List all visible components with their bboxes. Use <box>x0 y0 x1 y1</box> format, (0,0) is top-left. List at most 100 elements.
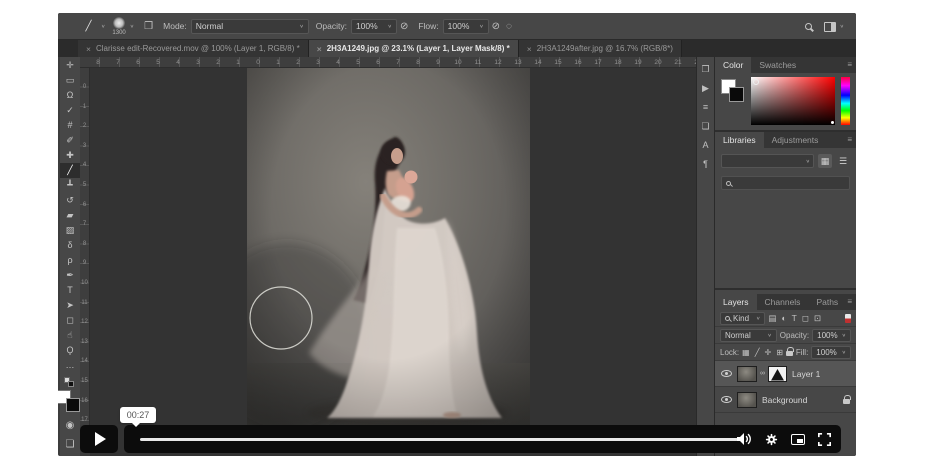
brush-preset-picker[interactable]: 1300 ∨ <box>112 17 134 36</box>
lock-paint-icon[interactable]: ╱ <box>755 348 760 357</box>
lasso-tool[interactable]: Ω <box>60 88 80 103</box>
clone-source-panel-icon[interactable]: ❏ <box>701 122 709 131</box>
filter-shape-layers-icon[interactable]: ◻ <box>802 313 809 324</box>
path-selection-tool[interactable]: ➤ <box>60 298 80 313</box>
tab-swatches[interactable]: Swatches <box>751 57 804 73</box>
video-control-bar <box>124 425 841 453</box>
shape-tool[interactable]: ◻ <box>60 313 80 328</box>
eyedropper-tool[interactable]: ✐ <box>60 133 80 148</box>
document-tab-2-active[interactable]: × 2H3A1249.jpg @ 23.1% (Layer 1, Layer M… <box>309 40 519 57</box>
saturation-brightness-field[interactable] <box>751 77 835 125</box>
library-search-input[interactable] <box>721 176 850 190</box>
settings-gear-icon[interactable] <box>765 433 778 446</box>
grid-view-icon[interactable]: ▦ <box>818 154 832 168</box>
workspace-switcher[interactable]: ∨ <box>824 22 844 32</box>
tab-adjustments[interactable]: Adjustments <box>764 132 827 148</box>
volume-icon[interactable] <box>737 433 752 445</box>
document-tab-1[interactable]: × Clarisse edit-Recovered.mov @ 100% (La… <box>78 40 309 57</box>
move-tool[interactable]: ✛ <box>60 58 80 73</box>
layer-thumbnail[interactable] <box>737 366 757 382</box>
picture-in-picture-icon[interactable] <box>791 434 805 445</box>
filter-type-layers-icon[interactable]: T <box>792 313 797 323</box>
layer-name[interactable]: Layer 1 <box>792 369 820 379</box>
layer-mask-thumbnail[interactable] <box>768 366 787 382</box>
brush-tool[interactable]: ╱ <box>60 163 80 178</box>
search-icon[interactable] <box>805 23 812 30</box>
quick-mask-mode-icon[interactable]: ◉ <box>60 418 80 433</box>
hue-slider[interactable] <box>841 77 850 125</box>
screen-mode-icon[interactable]: ❏ <box>60 437 80 452</box>
color-picker-marker[interactable] <box>753 79 759 85</box>
character-panel-icon[interactable]: A <box>702 141 708 150</box>
filter-smart-objects-icon[interactable]: ⊡ <box>814 313 821 324</box>
foreground-background-swatches[interactable] <box>59 390 81 414</box>
layer-visibility-icon[interactable] <box>721 396 732 403</box>
library-select[interactable]: ∨ <box>721 154 814 168</box>
opacity-pressure-icon[interactable]: ⊘ <box>400 21 408 32</box>
layer-row-background[interactable]: Background <box>715 387 856 413</box>
properties-panel-icon[interactable]: ≡ <box>703 103 708 112</box>
opacity-select[interactable]: 100% ∨ <box>351 19 397 34</box>
layer-row-layer-1[interactable]: ∞ Layer 1 <box>715 361 856 387</box>
play-button[interactable] <box>80 425 118 453</box>
marquee-tool[interactable]: ▭ <box>60 73 80 88</box>
timeline-scrubber[interactable] <box>140 438 738 441</box>
lock-position-icon[interactable]: ✛ <box>765 348 772 357</box>
zoom-tool[interactable]: Ϙ <box>60 343 80 358</box>
close-icon[interactable]: × <box>527 44 532 54</box>
tab-libraries[interactable]: Libraries <box>715 132 764 148</box>
dodge-tool[interactable]: ρ <box>60 253 80 268</box>
default-colors-icon[interactable] <box>64 377 76 387</box>
tab-channels[interactable]: Channels <box>757 294 809 310</box>
smoothing-icon[interactable]: ◌ <box>506 21 512 32</box>
layer-filter-switch[interactable] <box>845 314 851 323</box>
airbrush-icon[interactable]: ⊘ <box>492 21 500 32</box>
quick-selection-tool[interactable]: ✓ <box>60 103 80 118</box>
background-color-swatch[interactable] <box>729 87 744 102</box>
close-icon[interactable]: × <box>86 44 91 54</box>
actions-panel-icon[interactable]: ▶ <box>702 84 709 93</box>
history-brush-tool[interactable]: ↺ <box>60 193 80 208</box>
tab-paths[interactable]: Paths <box>808 294 846 310</box>
history-panel-icon[interactable]: ❐ <box>701 65 709 74</box>
canvas-image[interactable] <box>247 68 530 426</box>
panel-menu-icon[interactable]: ≡ <box>847 60 852 69</box>
hand-tool[interactable]: ☝ <box>60 328 80 343</box>
close-icon[interactable]: × <box>317 44 322 54</box>
layer-filter-kind-select[interactable]: Kind ∨ <box>720 312 765 325</box>
list-view-icon[interactable]: ☰ <box>836 154 850 168</box>
blur-tool[interactable]: δ <box>60 238 80 253</box>
brush-tool-preset[interactable]: ╱ ∨ <box>80 18 105 35</box>
layer-fill-select[interactable]: 100% ∨ <box>811 346 851 359</box>
tab-layers[interactable]: Layers <box>715 294 757 310</box>
layer-thumbnail[interactable] <box>737 392 757 408</box>
crop-tool[interactable]: # <box>60 118 80 133</box>
healing-brush-tool[interactable]: ✚ <box>60 148 80 163</box>
toggle-brush-panel-icon[interactable]: ❒ <box>144 21 153 32</box>
eraser-tool[interactable]: ▰ <box>60 208 80 223</box>
layer-name[interactable]: Background <box>762 395 807 405</box>
document-tab-3[interactable]: × 2H3A1249after.jpg @ 16.7% (RGB/8*) <box>519 40 682 57</box>
lock-artboard-icon[interactable]: ⊞ <box>776 348 783 357</box>
panel-menu-icon[interactable]: ≡ <box>847 135 852 144</box>
blend-mode-select[interactable]: Normal ∨ <box>191 19 309 34</box>
layer-visibility-icon[interactable] <box>721 370 732 377</box>
fullscreen-icon[interactable] <box>818 433 831 446</box>
gradient-tool[interactable]: ▨ <box>60 223 80 238</box>
flow-select[interactable]: 100% ∨ <box>443 19 489 34</box>
layer-blend-mode-select[interactable]: Normal ∨ <box>720 329 777 342</box>
more-tools[interactable]: … <box>60 358 80 373</box>
pen-tool[interactable]: ✒ <box>60 268 80 283</box>
tab-color[interactable]: Color <box>715 57 751 73</box>
lock-all-icon[interactable] <box>786 351 793 356</box>
filter-pixel-layers-icon[interactable]: ▤ <box>768 313 776 324</box>
filter-adjustment-layers-icon[interactable]: ◐ <box>781 313 786 323</box>
lock-transparency-icon[interactable]: ▦ <box>742 348 750 357</box>
clone-stamp-tool[interactable]: ┻ <box>60 178 80 193</box>
background-color-swatch[interactable] <box>66 398 80 412</box>
paragraph-panel-icon[interactable]: ¶ <box>703 160 708 169</box>
type-tool[interactable]: T <box>60 283 80 298</box>
panel-menu-icon[interactable]: ≡ <box>847 297 852 306</box>
color-panel-swatches[interactable] <box>721 79 747 105</box>
layer-opacity-select[interactable]: 100% ∨ <box>812 329 851 342</box>
